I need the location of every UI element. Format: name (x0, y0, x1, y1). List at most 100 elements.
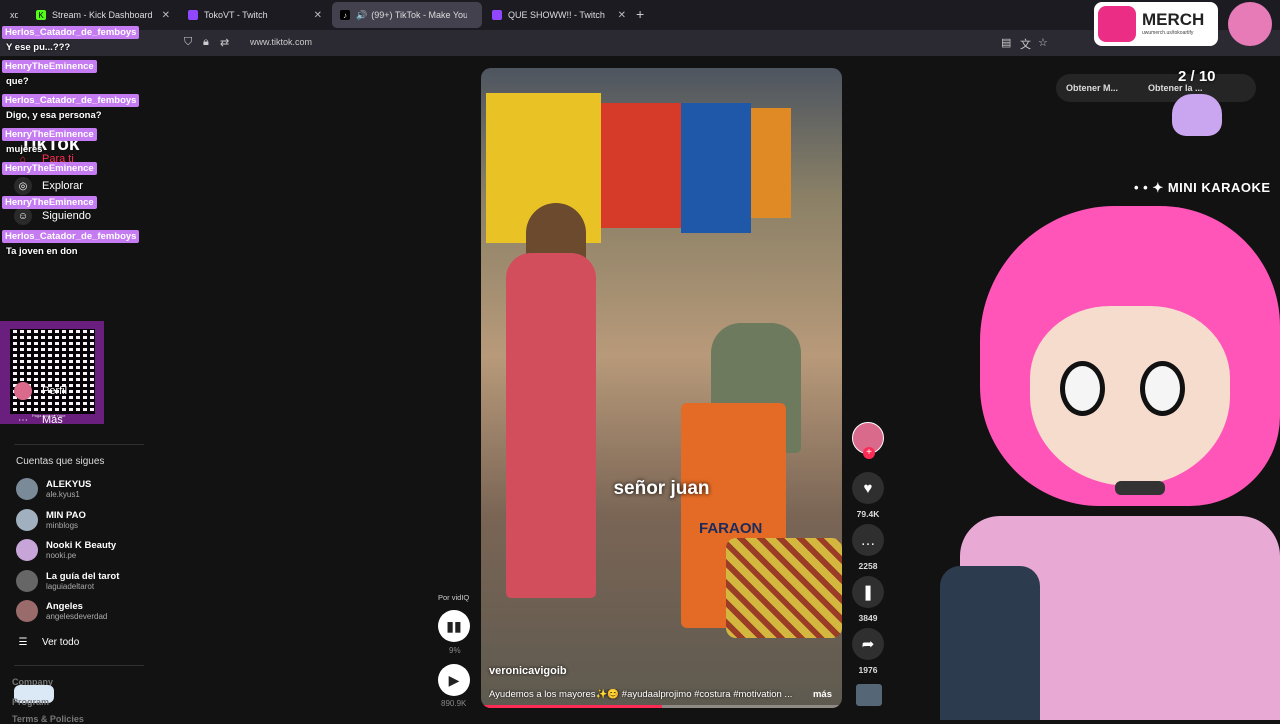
chat-message: Digo, y esa persona? (6, 110, 102, 121)
following-icon: ☺ (14, 207, 32, 225)
video-scene-bag (726, 538, 842, 638)
more-icon: ⋯ (18, 414, 28, 426)
chat-message: Ta joven en don (6, 246, 78, 257)
view-count: 890.9K (441, 699, 467, 708)
video-subtitle: señor juan (613, 478, 710, 499)
list-icon: ☰ (18, 636, 28, 648)
chat-username: HenryTheEminence (2, 162, 97, 175)
video-scene-poster (751, 108, 791, 218)
tab-que-show-twitch[interactable]: QUE SHOWW!! - Twitch ✕ (484, 2, 634, 28)
video-description: Ayudemos a los mayores✨😊 #ayudaalprojimo… (489, 689, 793, 700)
qr-code-overlay: Paga aqui mi Yape (0, 321, 104, 424)
nav-explorar[interactable]: ◎ Explorar (14, 177, 83, 195)
vtuber-eye (1060, 361, 1105, 416)
tab-xd[interactable]: xd (2, 2, 26, 28)
bar-chart-icon: ▮▮ (446, 617, 462, 634)
tiktok-icon: ♪ (340, 10, 350, 20)
merch-banner: MERCH uwumerch.us/tokoartify (1094, 2, 1218, 46)
more-link[interactable]: más (813, 689, 832, 700)
bookmark-star-icon[interactable]: ☆ (1038, 36, 1048, 49)
play-button[interactable]: ▶ (438, 664, 470, 696)
avatar (16, 509, 38, 531)
new-tab-button[interactable]: + (636, 6, 644, 22)
chat-username: Herlos_Catador_de_femboys (2, 26, 140, 39)
save-action[interactable]: ❚ 3849 (852, 576, 884, 623)
twitch-icon (188, 10, 198, 20)
twitch-icon (492, 10, 502, 20)
follow-plus-icon[interactable]: + (863, 447, 875, 459)
share-icon[interactable]: ➦ (852, 628, 884, 660)
speaker-icon[interactable]: 🔊 (356, 10, 367, 21)
chat-message: mujeres (6, 144, 43, 155)
vtuber-jacket (940, 566, 1040, 720)
avatar (16, 478, 38, 500)
close-tab-icon[interactable]: ✕ (618, 10, 626, 21)
tab-tokovt-twitch[interactable]: TokoVT - Twitch ✕ (180, 2, 330, 28)
account-item[interactable]: Nooki K Beauty nooki.pe (16, 539, 116, 561)
video-author[interactable]: veronicavigoib (489, 665, 567, 677)
karaoke-counter: 2 / 10 (1178, 68, 1216, 85)
comment-action[interactable]: … 2258 (852, 524, 884, 571)
account-item[interactable]: ALEKYUS ale.kyus1 (16, 478, 91, 500)
qr-code (10, 329, 95, 414)
vidiq-label: Por vidIQ (438, 593, 470, 602)
avatar (16, 570, 38, 592)
merch-logo-icon (1098, 6, 1136, 42)
vtuber-mini-avatar (1228, 2, 1272, 46)
sound-disc-icon[interactable] (856, 684, 882, 706)
chat-message: Y ese pu...??? (6, 42, 71, 53)
tab-tiktok[interactable]: ♪ 🔊 (99+) TikTok - Make Your Da (332, 2, 482, 28)
comment-icon[interactable]: … (852, 524, 884, 556)
account-item[interactable]: MIN PAO minblogs (16, 509, 86, 531)
video-player[interactable]: FARAON señor juan veronicavigoib Ayudemo… (481, 68, 842, 708)
footer-program[interactable]: Program (12, 697, 49, 707)
vtuber-choker (1115, 481, 1165, 495)
reader-view-icon[interactable]: ▤ (1001, 36, 1011, 49)
nav-perfil[interactable]: Perfil (14, 382, 67, 400)
chat-username: HenryTheEminence (2, 128, 97, 141)
play-icon: ▶ (448, 671, 460, 688)
get-coins-button[interactable]: Obtener M... (1066, 83, 1118, 93)
nav-mas[interactable]: ⋯ Más (14, 411, 63, 429)
divider (14, 444, 144, 445)
close-tab-icon[interactable]: ✕ (314, 10, 322, 21)
video-progress-bar[interactable] (481, 705, 842, 708)
bookmark-icon[interactable]: ❚ (852, 576, 884, 608)
close-tab-icon[interactable]: ✕ (162, 10, 170, 21)
translate-icon[interactable]: 文 (1020, 36, 1031, 52)
avatar (16, 600, 38, 622)
vtuber-eye (1140, 361, 1185, 416)
profile-icon (14, 382, 32, 400)
video-scene-poster (601, 103, 681, 228)
chat-message: que? (6, 76, 29, 87)
tiktok-page: TikTok ⌂ Para ti ◎ Explorar ☺ Siguiendo … (0, 26, 1280, 724)
account-item[interactable]: Angeles angelesdeverdad (16, 600, 107, 622)
mini-karaoke-label: • • ✦ MINI KARAOKE (1134, 180, 1271, 195)
browser-tab-bar: xd K Stream - Kick Dashboard ✕ TokoVT - … (0, 0, 1280, 30)
footer-terms[interactable]: Terms & Policies (12, 714, 84, 724)
lock-icon[interactable]: 🔒︎ (203, 36, 209, 49)
address-bar: ⛉ 🔒︎ ⇄ www.tiktok.com ▤ 文 ☆ (0, 30, 1280, 56)
shield-icon[interactable]: ⛉ (184, 36, 192, 49)
url-text[interactable]: www.tiktok.com (250, 37, 312, 47)
share-action[interactable]: ➦ 1976 (852, 628, 884, 675)
video-progress-fill (481, 705, 662, 708)
like-action[interactable]: ♥ 79.4K (852, 472, 884, 519)
chat-username: HenryTheEminence (2, 196, 97, 209)
video-scene-person (506, 253, 596, 598)
see-all-button[interactable]: ☰ Ver todo (14, 633, 80, 651)
divider (14, 665, 144, 666)
tab-kick-dashboard[interactable]: K Stream - Kick Dashboard ✕ (28, 2, 178, 28)
compass-icon: ◎ (14, 177, 32, 195)
avatar (16, 539, 38, 561)
chat-username: HenryTheEminence (2, 60, 97, 73)
kuromi-decoration (1172, 94, 1222, 136)
video-scene-poster (681, 103, 751, 233)
following-title: Cuentas que sigues (16, 456, 105, 467)
account-item[interactable]: La guía del tarot laguiadeltarot (16, 570, 119, 592)
heart-icon[interactable]: ♥ (852, 472, 884, 504)
permissions-icon[interactable]: ⇄ (220, 36, 229, 49)
sack-text: FARAON (699, 520, 763, 537)
vidiq-stats-button[interactable]: ▮▮ (438, 610, 470, 642)
nav-siguiendo[interactable]: ☺ Siguiendo (14, 207, 91, 225)
